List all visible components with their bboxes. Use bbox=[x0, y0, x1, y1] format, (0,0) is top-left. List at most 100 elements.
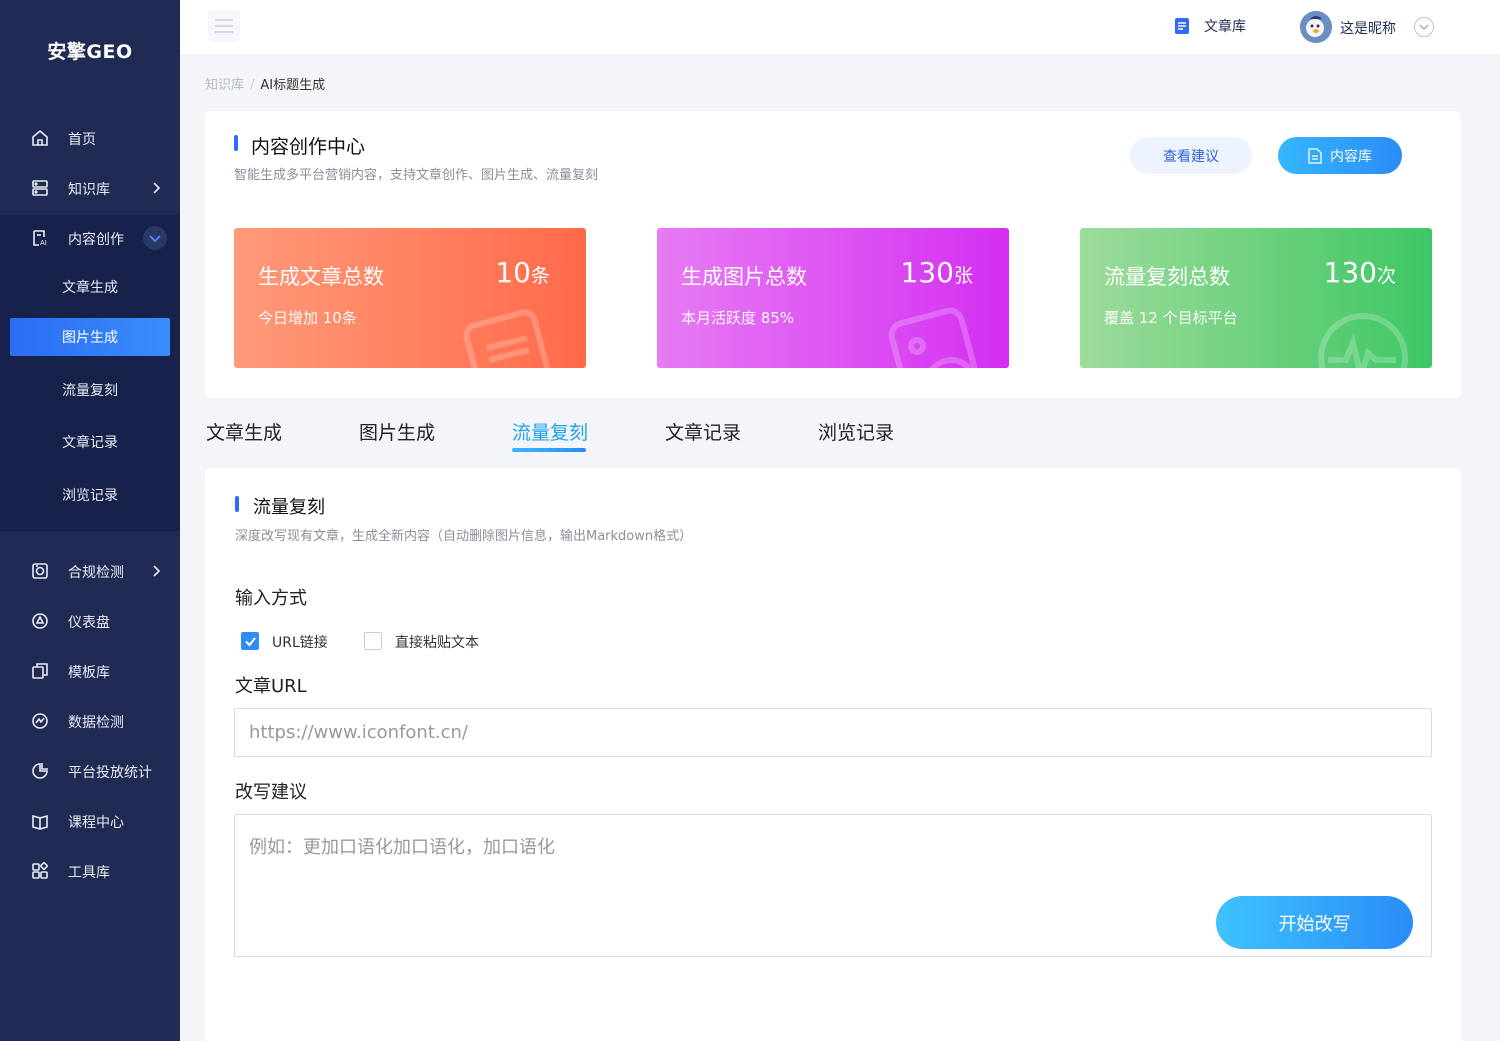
tab-article-records[interactable]: 文章记录 bbox=[665, 418, 741, 445]
url-option-checkbox[interactable] bbox=[241, 632, 259, 650]
tab-traffic-copy[interactable]: 流量复刻 bbox=[512, 418, 588, 445]
stat-number: 10 bbox=[495, 256, 531, 289]
stat-value: 130次 bbox=[1324, 256, 1396, 289]
title-accent-bar bbox=[235, 496, 239, 512]
stat-card-images: 生成图片总数 130张 本月活跃度 85% bbox=[657, 228, 1009, 368]
stat-number: 130 bbox=[1323, 256, 1377, 289]
ai-doc-icon: AI bbox=[33, 230, 47, 247]
sidebar-item-label: 工具库 bbox=[68, 865, 110, 881]
book-icon bbox=[32, 814, 48, 830]
sidebar-item-home[interactable]: 首页 bbox=[0, 118, 180, 158]
paste-option-label[interactable]: 直接粘贴文本 bbox=[395, 632, 479, 652]
rewrite-advice-label: 改写建议 bbox=[235, 782, 307, 803]
sidebar-item-label: 仪表盘 bbox=[68, 615, 110, 631]
sidebar-item-tools[interactable]: 工具库 bbox=[0, 851, 180, 891]
chevron-right-icon bbox=[153, 182, 161, 194]
pie-icon bbox=[32, 763, 48, 779]
user-dropdown[interactable] bbox=[1414, 17, 1434, 37]
avatar-image bbox=[1300, 11, 1332, 43]
menu-icon bbox=[215, 19, 233, 33]
stat-unit: 条 bbox=[530, 265, 550, 287]
creation-center-subtitle: 智能生成多平台营销内容，支持文章创作、图片生成、流量复刻 bbox=[234, 168, 599, 183]
stat-title: 生成图片总数 bbox=[681, 265, 807, 289]
chevron-right-icon bbox=[153, 565, 161, 577]
breadcrumb: 知识库 / AI标题生成 bbox=[205, 74, 325, 93]
home-icon bbox=[32, 129, 48, 146]
image-icon bbox=[888, 307, 978, 368]
stat-card-articles: 生成文章总数 10条 今日增加 10条 bbox=[234, 228, 586, 368]
stat-subtitle: 本月活跃度 85% bbox=[681, 309, 795, 327]
chevron-down-icon bbox=[1419, 24, 1429, 30]
pulse-icon bbox=[1318, 313, 1408, 368]
stat-title: 流量复刻总数 bbox=[1104, 265, 1230, 289]
compliance-icon bbox=[32, 563, 48, 579]
sidebar-item-label: 课程中心 bbox=[68, 815, 124, 831]
stat-unit: 张 bbox=[953, 265, 973, 287]
sidebar-item-data-detect[interactable]: 数据检测 bbox=[0, 701, 180, 741]
stat-unit: 次 bbox=[1376, 265, 1396, 287]
sidebar-item-label: 合规检测 bbox=[68, 565, 124, 581]
check-icon bbox=[245, 637, 256, 647]
template-icon bbox=[32, 663, 48, 679]
dashboard-icon bbox=[32, 613, 48, 629]
menu-toggle-button[interactable] bbox=[208, 10, 240, 42]
url-option-label[interactable]: URL链接 bbox=[272, 632, 328, 652]
content-library-label: 内容库 bbox=[1330, 148, 1372, 165]
stat-card-traffic: 流量复刻总数 130次 覆盖 12 个目标平台 bbox=[1080, 228, 1432, 368]
content-library-button[interactable]: 内容库 bbox=[1278, 137, 1402, 174]
database-icon bbox=[32, 180, 48, 196]
sidebar-item-label: 知识库 bbox=[68, 182, 110, 198]
tab-image-gen[interactable]: 图片生成 bbox=[359, 418, 435, 445]
start-rewrite-button[interactable]: 开始改写 bbox=[1216, 896, 1413, 949]
active-tab-indicator bbox=[512, 448, 586, 452]
breadcrumb-current: AI标题生成 bbox=[260, 78, 326, 93]
collapse-toggle[interactable] bbox=[143, 226, 167, 250]
document-icon bbox=[463, 309, 551, 368]
avatar[interactable] bbox=[1300, 11, 1332, 43]
sidebar-subitem-article-records[interactable]: 文章记录 bbox=[10, 423, 170, 461]
tab-browse-records[interactable]: 浏览记录 bbox=[818, 418, 894, 445]
header-article-library[interactable]: 文章库 bbox=[1174, 16, 1246, 36]
sidebar-subitem-image-gen[interactable]: 图片生成 bbox=[10, 318, 170, 356]
article-url-label: 文章URL bbox=[235, 676, 307, 697]
document-icon bbox=[1308, 147, 1322, 164]
tab-article-gen[interactable]: 文章生成 bbox=[206, 418, 282, 445]
paste-option-checkbox[interactable] bbox=[364, 632, 382, 650]
sidebar-subitem-browse-records[interactable]: 浏览记录 bbox=[10, 476, 170, 514]
document-icon bbox=[1175, 18, 1189, 34]
sidebar-item-label: 数据检测 bbox=[68, 715, 124, 731]
stat-value: 130张 bbox=[901, 256, 973, 289]
sidebar-item-knowledge[interactable]: 知识库 bbox=[0, 168, 180, 208]
traffic-copy-subtitle: 深度改写现有文章，生成全新内容（自动删除图片信息，输出Markdown格式） bbox=[235, 529, 693, 544]
sidebar-item-label: 平台投放统计 bbox=[68, 765, 152, 781]
stat-value: 10条 bbox=[495, 256, 550, 289]
sidebar-item-label: 模板库 bbox=[68, 665, 110, 681]
sidebar-subitem-traffic-copy[interactable]: 流量复刻 bbox=[10, 371, 170, 409]
traffic-copy-title: 流量复刻 bbox=[253, 497, 325, 518]
creation-center-card: 内容创作中心 智能生成多平台营销内容，支持文章创作、图片生成、流量复刻 查看建议… bbox=[205, 111, 1461, 398]
chart-icon bbox=[32, 713, 48, 729]
sidebar-item-dashboard[interactable]: 仪表盘 bbox=[0, 601, 180, 641]
sidebar-subitem-article-gen[interactable]: 文章生成 bbox=[10, 268, 170, 306]
grid-icon bbox=[32, 862, 48, 879]
article-url-input[interactable] bbox=[234, 708, 1432, 757]
top-header: 文章库 这是昵称 bbox=[180, 0, 1500, 54]
app-logo: 安擎GEO bbox=[47, 40, 133, 63]
stat-subtitle: 今日增加 10条 bbox=[258, 309, 357, 327]
article-library-label: 文章库 bbox=[1204, 19, 1246, 35]
sidebar: 安擎GEO 首页 知识库 AI 内容创作 文章生成 图片生成 流量复刻 文章记录… bbox=[0, 0, 180, 1041]
input-method-label: 输入方式 bbox=[235, 588, 307, 609]
breadcrumb-parent[interactable]: 知识库 bbox=[205, 78, 244, 93]
stat-number: 130 bbox=[900, 256, 954, 289]
sidebar-item-platform-stats[interactable]: 平台投放统计 bbox=[0, 751, 180, 791]
breadcrumb-separator: / bbox=[250, 78, 255, 93]
user-nickname[interactable]: 这是昵称 bbox=[1340, 18, 1396, 38]
sidebar-item-courses[interactable]: 课程中心 bbox=[0, 801, 180, 841]
traffic-copy-card: 流量复刻 深度改写现有文章，生成全新内容（自动删除图片信息，输出Markdown… bbox=[205, 468, 1461, 1041]
stat-title: 生成文章总数 bbox=[258, 265, 384, 289]
sidebar-item-templates[interactable]: 模板库 bbox=[0, 651, 180, 691]
svg-text:AI: AI bbox=[40, 239, 47, 247]
sidebar-item-compliance[interactable]: 合规检测 bbox=[0, 551, 180, 591]
sidebar-item-label: 首页 bbox=[68, 132, 96, 148]
view-advice-button[interactable]: 查看建议 bbox=[1130, 137, 1252, 174]
